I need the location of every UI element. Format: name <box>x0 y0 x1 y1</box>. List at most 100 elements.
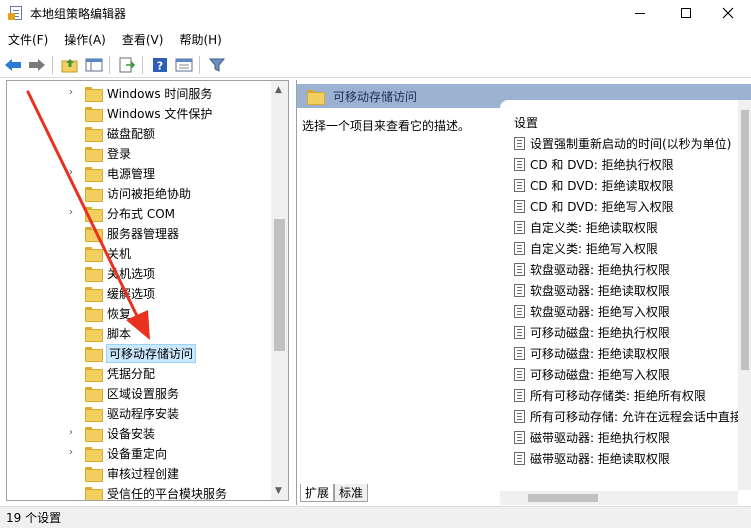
folder-icon <box>85 466 103 482</box>
setting-row[interactable]: CD 和 DVD: 拒绝读取权限 <box>514 175 674 196</box>
group-policy-app-icon <box>8 5 24 21</box>
policy-setting-icon <box>514 368 525 381</box>
setting-row[interactable]: 可移动磁盘: 拒绝写入权限 <box>514 364 670 385</box>
toolbar-separator <box>109 55 110 74</box>
tree-item[interactable]: 驱动程序安装 <box>85 403 179 423</box>
tab-standard[interactable]: 标准 <box>334 484 369 502</box>
setting-row[interactable]: 所有可移动存储: 允许在远程会话中直接 <box>514 406 742 427</box>
tree-item[interactable]: › 分布式 COM <box>69 203 175 223</box>
settings-vertical-scrollbar[interactable] <box>738 100 751 490</box>
tree-item[interactable]: 磁盘配额 <box>85 123 155 143</box>
back-button[interactable] <box>2 54 24 76</box>
policy-setting-icon <box>514 179 525 192</box>
tree-item[interactable]: 凭据分配 <box>85 363 155 383</box>
settings-vertical-scrollbar-thumb[interactable] <box>741 110 749 370</box>
setting-row[interactable]: CD 和 DVD: 拒绝写入权限 <box>514 196 674 217</box>
setting-row[interactable]: 磁带驱动器: 拒绝执行权限 <box>514 427 670 448</box>
settings-column-header[interactable]: 设置 <box>514 114 538 131</box>
folder-icon <box>85 186 103 202</box>
folder-icon <box>85 126 103 142</box>
scroll-up-arrow-icon[interactable]: ▲ <box>275 85 282 95</box>
menu-file[interactable]: 文件(F) <box>0 31 56 48</box>
filter-button[interactable] <box>206 54 228 76</box>
policy-setting-icon <box>514 305 525 318</box>
tree-item[interactable]: 恢复 <box>85 303 131 323</box>
setting-row[interactable]: 自定义类: 拒绝写入权限 <box>514 238 658 259</box>
policy-setting-icon <box>514 137 525 150</box>
policy-setting-icon <box>514 326 525 339</box>
tree-item[interactable]: 访问被拒绝协助 <box>85 183 191 203</box>
toolbar-separator <box>142 55 143 74</box>
tree-item[interactable]: › 设备重定向 <box>69 443 167 463</box>
svg-text:?: ? <box>157 59 163 72</box>
tree-item[interactable]: › 设备安装 <box>69 423 155 443</box>
folder-icon <box>85 166 103 182</box>
tree-item[interactable]: 服务器管理器 <box>85 223 179 243</box>
tree-item[interactable]: 登录 <box>85 143 131 163</box>
policy-setting-icon <box>514 431 525 444</box>
properties-button[interactable] <box>173 54 195 76</box>
scroll-down-arrow-icon[interactable]: ▼ <box>275 486 282 496</box>
menu-view[interactable]: 查看(V) <box>114 31 172 48</box>
tree-item[interactable]: 关机 <box>85 243 131 263</box>
setting-row[interactable]: 可移动磁盘: 拒绝读取权限 <box>514 343 670 364</box>
up-folder-icon <box>61 58 78 72</box>
status-bar: 19 个设置 <box>0 506 751 528</box>
folder-icon <box>307 89 325 105</box>
filter-icon <box>209 58 225 72</box>
menu-help[interactable]: 帮助(H) <box>171 31 229 48</box>
export-list-button[interactable] <box>116 54 138 76</box>
tree-item[interactable]: 脚本 <box>85 323 131 343</box>
expand-chevron-icon[interactable]: › <box>69 168 77 178</box>
setting-row[interactable]: 软盘驱动器: 拒绝读取权限 <box>514 280 670 301</box>
tree-item[interactable]: 关机选项 <box>85 263 155 283</box>
tree-item-selected[interactable]: 可移动存储访问 <box>85 343 197 363</box>
maximize-button[interactable] <box>663 0 709 26</box>
properties-icon <box>175 58 193 71</box>
policy-tree-panel[interactable]: › Windows 时间服务 Windows 文件保护 磁盘配额 登录 › 电源管理… <box>6 80 289 501</box>
setting-row[interactable]: 软盘驱动器: 拒绝写入权限 <box>514 301 670 322</box>
setting-row[interactable]: 自定义类: 拒绝读取权限 <box>514 217 658 238</box>
folder-icon <box>85 306 103 322</box>
show-hide-tree-button[interactable] <box>83 54 105 76</box>
close-button[interactable] <box>705 0 751 26</box>
folder-icon <box>85 426 103 442</box>
expand-chevron-icon[interactable]: › <box>69 208 77 218</box>
details-header-title: 可移动存储访问 <box>333 89 418 104</box>
tree-scrollbar-thumb[interactable] <box>274 219 285 351</box>
folder-icon <box>85 86 103 102</box>
tab-extended[interactable]: 扩展 <box>300 484 335 502</box>
minimize-button[interactable] <box>617 0 663 26</box>
policy-setting-icon <box>514 242 525 255</box>
settings-horizontal-scrollbar-thumb[interactable] <box>528 494 598 502</box>
tree-item[interactable]: › 电源管理 <box>69 163 155 183</box>
tree-item[interactable]: › Windows 时间服务 <box>69 83 212 103</box>
help-button[interactable]: ? <box>149 54 171 76</box>
view-tabs: 扩展 标准 <box>300 484 369 502</box>
show-hide-tree-icon <box>85 58 103 71</box>
forward-button[interactable] <box>26 54 48 76</box>
tree-item[interactable]: 区域设置服务 <box>85 383 179 403</box>
setting-row[interactable]: CD 和 DVD: 拒绝执行权限 <box>514 154 674 175</box>
expand-chevron-icon[interactable]: › <box>69 88 77 98</box>
expand-chevron-icon[interactable]: › <box>69 448 77 458</box>
folder-icon <box>85 266 103 282</box>
settings-list[interactable]: 设置 设置强制重新启动的时间(以秒为单位) CD 和 DVD: 拒绝执行权限 C… <box>500 100 751 505</box>
setting-row[interactable]: 设置强制重新启动的时间(以秒为单位) <box>514 133 731 154</box>
toolbar: ? <box>0 52 751 78</box>
tree-item[interactable]: 受信任的平台模块服务 <box>85 483 227 500</box>
tree-item[interactable]: 缓解选项 <box>85 283 155 303</box>
tree-item[interactable]: Windows 文件保护 <box>85 103 212 123</box>
tree-item[interactable]: 审核过程创建 <box>85 463 179 483</box>
setting-row[interactable]: 软盘驱动器: 拒绝执行权限 <box>514 259 670 280</box>
expand-chevron-icon[interactable]: › <box>69 428 77 438</box>
menu-action[interactable]: 操作(A) <box>56 31 114 48</box>
up-one-level-button[interactable] <box>59 54 81 76</box>
setting-row[interactable]: 磁带驱动器: 拒绝读取权限 <box>514 448 670 469</box>
setting-row[interactable]: 可移动磁盘: 拒绝执行权限 <box>514 322 670 343</box>
folder-icon <box>85 286 103 302</box>
tree-scrollbar[interactable]: ▲ ▼ <box>271 81 288 500</box>
setting-row[interactable]: 所有可移动存储类: 拒绝所有权限 <box>514 385 706 406</box>
folder-icon <box>85 486 103 500</box>
settings-horizontal-scrollbar[interactable] <box>500 491 738 505</box>
